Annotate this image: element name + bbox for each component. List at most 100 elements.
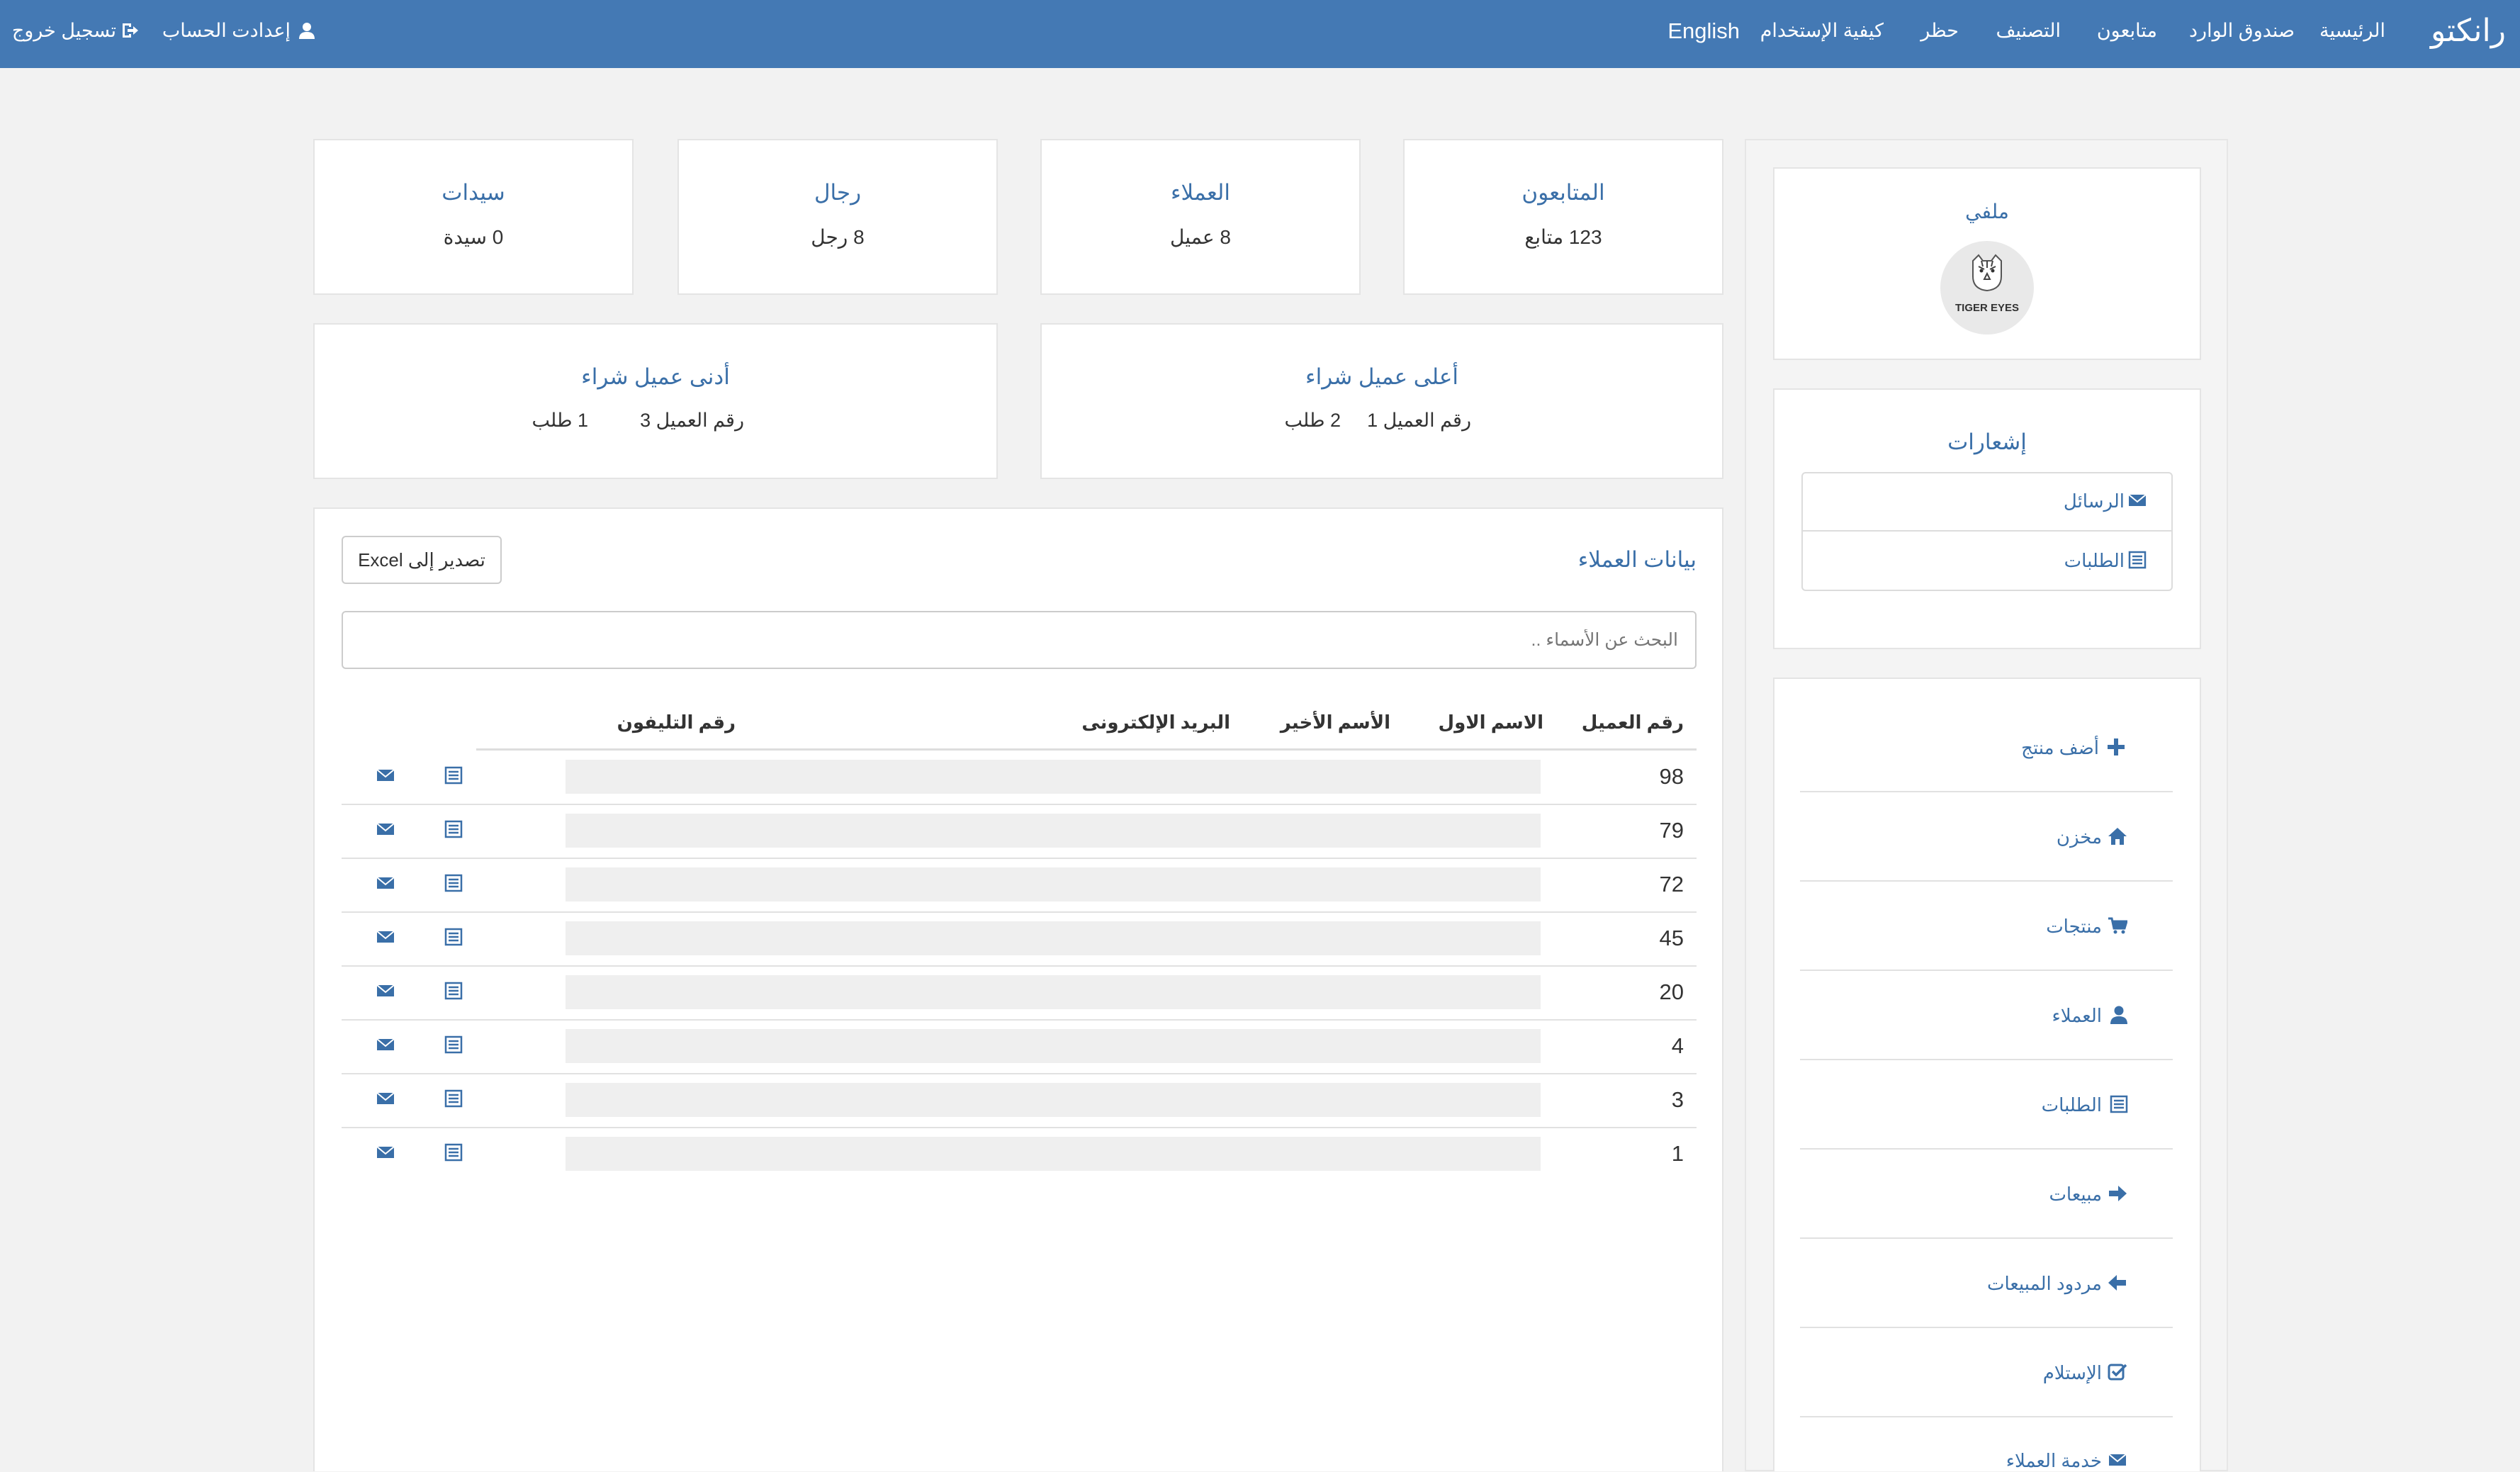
export-excel-button[interactable]: تصدير إلى Excel [342,536,502,584]
search-input[interactable] [342,611,1697,669]
orders-list-icon[interactable] [444,1035,463,1055]
envelope-icon[interactable] [376,873,395,893]
orders-list-icon[interactable] [444,873,463,893]
nav-followers[interactable]: متابعون [2097,20,2157,42]
side-menu-panel [1773,678,2201,1471]
stat-title: العملاء [1170,180,1230,205]
menu-add-product[interactable]: أضف منتج [2021,737,2099,759]
divider [1800,1237,2173,1239]
customers-table-title: بيانات العملاء [1577,547,1697,572]
customer-id: 3 [1671,1087,1684,1112]
top-buyer-id: رقم العميل 1 [1367,410,1471,431]
menu-customers[interactable]: العملاء [2052,1005,2102,1027]
customer-id: 20 [1659,979,1684,1004]
col-header-phone[interactable]: رقم التليفون [617,712,736,734]
stat-value: 8 عميل [1170,226,1231,248]
envelope-icon[interactable] [376,981,395,1001]
bottom-buyer-id: رقم العميل 3 [640,410,744,431]
envelope-icon[interactable] [376,927,395,947]
redacted-cells [566,1137,1541,1171]
stat-title: المتابعون [1521,180,1605,205]
envelope-icon[interactable] [376,1089,395,1108]
nav-classification[interactable]: التصنيف [1996,20,2061,42]
logo-text: TIGER EYES [1954,302,2020,314]
menu-orders[interactable]: الطلبات [2042,1094,2102,1116]
account-settings-link[interactable]: إعدادت الحساب [162,20,291,42]
customer-id: 4 [1671,1033,1684,1058]
cart-icon [2108,917,2127,934]
envelope-icon[interactable] [376,1142,395,1162]
customer-id: 72 [1659,872,1684,897]
row-divider [342,911,1697,913]
menu-sales-returns[interactable]: مردود المبيعات [1987,1273,2102,1295]
redacted-cells [566,1029,1541,1063]
menu-warehouse[interactable]: مخزن [2057,826,2102,848]
redacted-cells [566,867,1541,901]
stat-title: رجال [814,180,862,205]
row-divider [342,858,1697,859]
list-icon [2110,1095,2128,1113]
menu-receipt[interactable]: الإستلام [2043,1362,2102,1384]
row-divider [342,965,1697,967]
stat-card-followers: المتابعون 123 متابع [1403,139,1723,295]
redacted-cells [566,814,1541,848]
stat-value: 8 رجل [811,226,865,248]
row-divider [342,1019,1697,1021]
stat-card-women: سيدات 0 سيدة [313,139,634,295]
envelope-icon[interactable] [376,765,395,785]
logout-link[interactable]: تسجيل خروج [12,20,116,42]
stat-title: سيدات [441,180,505,205]
customer-id: 1 [1671,1141,1684,1166]
bottom-buyer-title: أدنى عميل شراء [581,364,730,389]
list-icon [2128,551,2147,569]
bottom-buyer-card: أدنى عميل شراء رقم العميل 3 1 طلب [313,323,998,479]
orders-list-icon[interactable] [444,927,463,947]
col-header-id[interactable]: رقم العميل [1582,712,1684,734]
envelope-icon[interactable] [376,1035,395,1055]
orders-list-icon[interactable] [444,981,463,1001]
divider [1800,880,2173,882]
divider [1800,1148,2173,1150]
bottom-buyer-orders: 1 طلب [531,410,588,431]
col-header-last-name[interactable]: الأسم الأخير [1281,712,1390,734]
arrow-left-icon [2108,1275,2126,1291]
nav-how-to-use[interactable]: كيفية الإستخدام [1760,20,1884,42]
divider [1800,1327,2173,1328]
nav-home[interactable]: الرئيسية [2319,20,2385,42]
divider [1800,970,2173,971]
brand-logo[interactable]: رانكتو [2431,13,2506,49]
top-buyer-card: أعلى عميل شراء رقم العميل 1 2 طلب [1040,323,1723,479]
col-header-first-name[interactable]: الاسم الاول [1439,712,1543,734]
nav-inbox[interactable]: صندوق الوارد [2189,20,2295,42]
notifications-messages-link[interactable]: الرسائل [2064,490,2125,512]
logout-icon [123,23,138,38]
orders-list-icon[interactable] [444,765,463,785]
orders-list-icon[interactable] [444,819,463,839]
avatar[interactable]: TIGER EYES [1940,241,2034,335]
notifications-orders-link[interactable]: الطلبات [2064,550,2125,572]
orders-list-icon[interactable] [444,1089,463,1108]
menu-sales[interactable]: مبيعات [2049,1184,2102,1206]
stat-card-customers: العملاء 8 عميل [1040,139,1361,295]
row-divider [342,804,1697,805]
home-icon [2108,828,2127,845]
menu-products[interactable]: منتجات [2046,916,2102,938]
divider [1800,1416,2173,1417]
orders-list-icon[interactable] [444,1142,463,1162]
envelope-icon[interactable] [376,819,395,839]
arrow-right-icon [2109,1186,2127,1201]
notifications-title: إشعارات [1947,429,2027,454]
plus-icon [2108,738,2125,755]
nav-block[interactable]: حظر [1920,20,1959,42]
menu-customer-service[interactable]: خدمة العملاء [2006,1450,2102,1472]
stat-value: 0 سيدة [443,226,504,248]
divider [1803,530,2171,532]
customer-id: 45 [1659,926,1684,950]
top-buyer-title: أعلى عميل شراء [1305,364,1458,389]
nav-english[interactable]: English [1667,18,1740,44]
stat-value: 123 متابع [1524,226,1602,248]
col-header-email[interactable]: البريد الإلكترونى [1081,712,1230,734]
profile-title: ملفي [1965,201,2009,223]
envelope-icon [2108,1454,2127,1466]
divider [1800,1059,2173,1060]
